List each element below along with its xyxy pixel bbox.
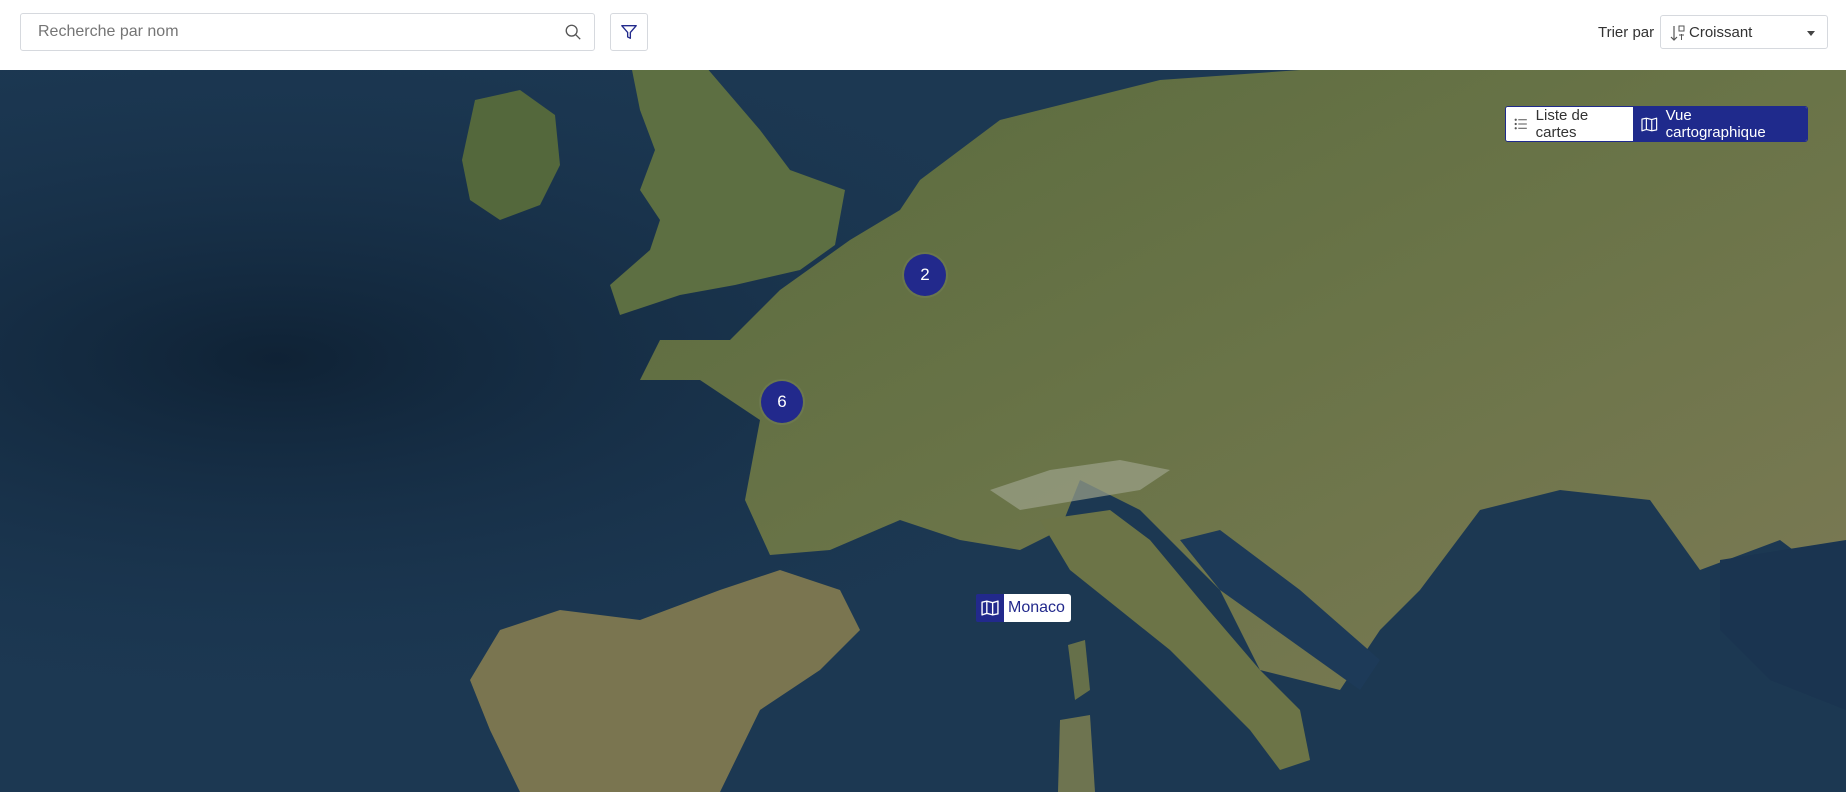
sort-value: Croissant [1689, 24, 1753, 41]
map-cluster-marker[interactable]: 2 [904, 254, 946, 296]
cluster-count: 2 [920, 265, 930, 284]
map-view-label: Vue cartographique [1665, 107, 1766, 141]
search-box [20, 13, 595, 51]
place-marker-label: Monaco [1004, 594, 1071, 622]
map-icon [976, 594, 1004, 622]
search-icon[interactable] [564, 23, 582, 41]
chevron-down-icon [1807, 31, 1815, 36]
search-input[interactable] [21, 14, 551, 50]
list-icon [1514, 118, 1527, 130]
view-toggle: Liste de cartes Vue cartographique [1505, 106, 1808, 142]
sort-label: Trier par [1598, 24, 1655, 41]
list-view-button[interactable]: Liste de cartes [1506, 107, 1633, 141]
cluster-count: 6 [777, 392, 787, 411]
map-view-button[interactable]: Vue cartographique [1633, 107, 1807, 141]
list-view-label: Liste de cartes [1535, 107, 1589, 141]
satellite-map-background [0, 70, 1846, 792]
sort-dropdown[interactable]: Croissant [1660, 15, 1828, 49]
map-cluster-marker[interactable]: 6 [761, 381, 803, 423]
top-toolbar: Trier par Croissant [0, 0, 1846, 70]
filter-icon [621, 25, 637, 39]
map-icon [1641, 117, 1658, 131]
map-view[interactable]: Liste de cartes Vue cartographique 2 6 M… [0, 70, 1846, 792]
map-place-marker[interactable]: Monaco [976, 594, 1071, 622]
filter-button[interactable] [610, 13, 648, 51]
sort-ascending-icon [1670, 25, 1685, 41]
